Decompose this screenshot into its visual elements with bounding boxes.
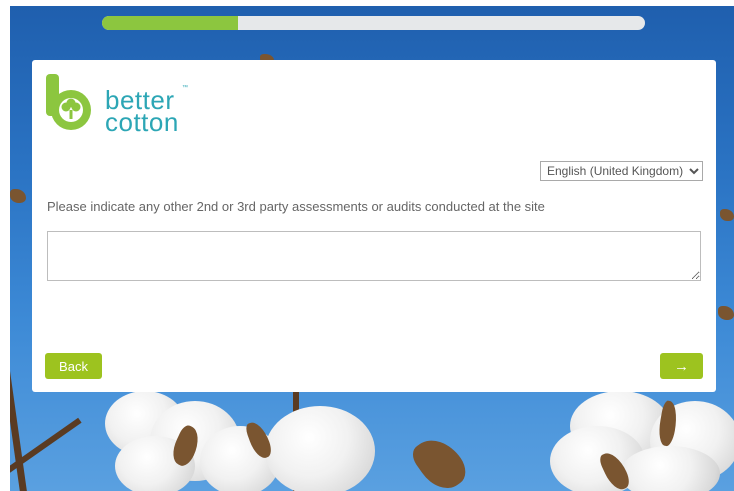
progress-fill xyxy=(102,16,238,30)
language-select[interactable]: English (United Kingdom) xyxy=(540,161,703,181)
answer-textarea[interactable] xyxy=(47,231,701,281)
trademark-mark: ™ xyxy=(182,85,188,91)
logo-text-cotton: cotton xyxy=(105,107,179,137)
logo-wordmark: better cotton xyxy=(105,87,179,137)
better-cotton-logo: better cotton ™ xyxy=(44,72,188,137)
back-button[interactable]: Back xyxy=(45,353,102,379)
progress-bar xyxy=(102,16,645,30)
question-text: Please indicate any other 2nd or 3rd par… xyxy=(47,199,545,214)
survey-card: better cotton ™ English (United Kingdom)… xyxy=(32,60,716,392)
next-button[interactable]: → xyxy=(660,353,703,379)
cotton-boll-logo-icon xyxy=(46,74,91,130)
